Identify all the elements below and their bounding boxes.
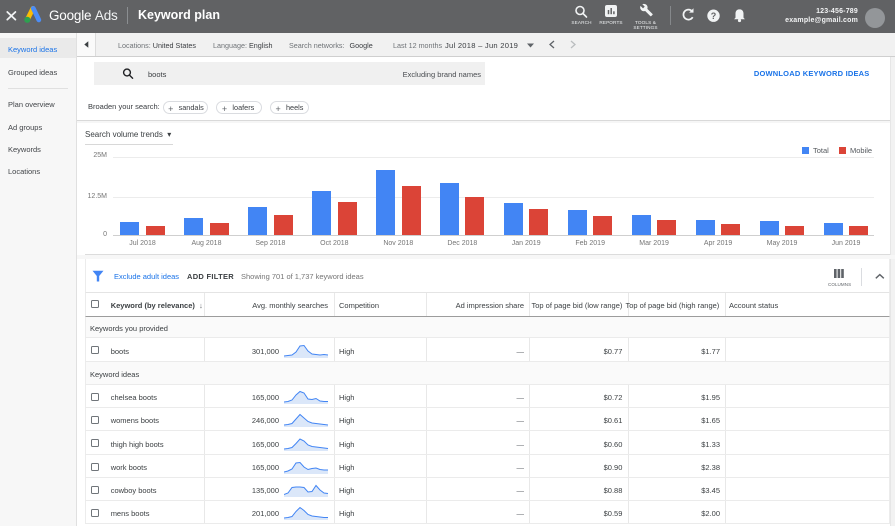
svg-text:?: ? [711,11,717,21]
